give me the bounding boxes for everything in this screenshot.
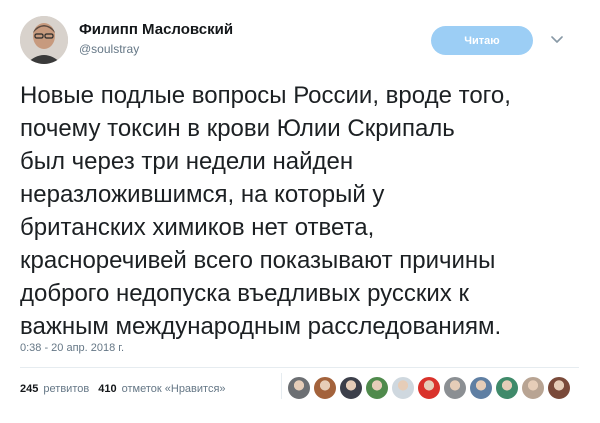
liker-avatar[interactable] <box>521 376 545 400</box>
user-avatar-icon <box>20 16 68 64</box>
liker-avatar[interactable] <box>417 376 441 400</box>
divider <box>20 367 579 368</box>
likes-count: 410 <box>98 383 117 395</box>
author-avatar[interactable] <box>20 16 68 64</box>
liker-avatar[interactable] <box>469 376 493 400</box>
retweets-count: 245 <box>20 383 39 395</box>
liker-avatar[interactable] <box>391 376 415 400</box>
tweet-text: Новые подлые вопросы России, вроде того,… <box>20 82 511 340</box>
retweets-label: ретвитов <box>43 383 90 395</box>
liker-avatar[interactable] <box>287 376 311 400</box>
likes-label: отметок «Нравится» <box>121 383 226 395</box>
more-options-button[interactable] <box>547 30 567 50</box>
tweet-timestamp[interactable]: 0:38 - 20 апр. 2018 г. <box>20 342 124 354</box>
liker-avatar[interactable] <box>365 376 389 400</box>
liker-avatar[interactable] <box>339 376 363 400</box>
author-name[interactable]: Филипп Масловский <box>79 21 233 38</box>
liker-avatars <box>287 376 573 402</box>
liker-avatar[interactable] <box>313 376 337 400</box>
likes-stat[interactable]: 410 отметок «Нравится» <box>98 383 225 395</box>
liker-avatar[interactable] <box>547 376 571 400</box>
retweets-stat[interactable]: 245 ретвитов <box>20 383 89 395</box>
tweet-header: Филипп Масловский @soulstray Читаю <box>0 0 600 70</box>
following-button[interactable]: Читаю <box>431 26 533 55</box>
liker-avatar[interactable] <box>495 376 519 400</box>
tweet-stats: 245 ретвитов 410 отметок «Нравится» <box>20 383 226 395</box>
author-handle[interactable]: @soulstray <box>79 42 139 56</box>
stats-divider <box>281 373 282 399</box>
liker-avatar[interactable] <box>443 376 467 400</box>
chevron-down-icon <box>551 36 563 43</box>
